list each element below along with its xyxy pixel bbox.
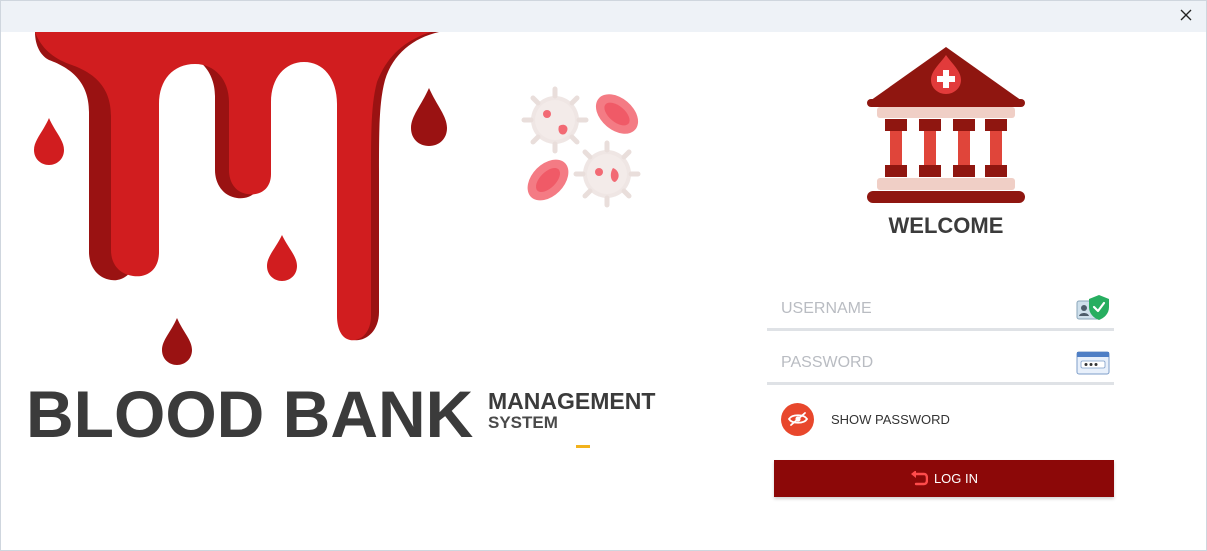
login-window: BLOOD BANK MANAGEMENT SYSTEM WELCOME USE… [0, 0, 1207, 551]
eye-off-icon [787, 412, 808, 426]
login-arrow-icon [910, 470, 928, 485]
red-blood-cell [527, 159, 569, 201]
red-blood-cell [595, 94, 639, 134]
close-icon [1180, 8, 1192, 26]
login-button[interactable]: LOG IN [774, 460, 1114, 497]
user-id-card-shield-icon [1076, 295, 1109, 320]
password-field-container [767, 342, 1114, 385]
app-subtitle-management: MANAGEMENT [488, 388, 656, 414]
blood-drip-illustration [34, 32, 641, 365]
app-subtitle-system: SYSTEM [488, 413, 558, 432]
accent-dash [576, 445, 590, 448]
password-input[interactable] [781, 350, 1071, 376]
login-button-label: LOG IN [933, 471, 979, 486]
blood-drop [267, 235, 297, 281]
password-field-icon [1076, 351, 1110, 375]
blood-drop [34, 118, 64, 165]
username-field-container [767, 288, 1114, 331]
blood-drop [411, 88, 447, 146]
username-input[interactable] [781, 296, 1071, 322]
welcome-heading: WELCOME [888, 213, 1004, 238]
title-bar [1, 1, 1206, 32]
virus-cell [573, 140, 641, 208]
show-password-row: SHOW PASSWORD [781, 402, 950, 436]
show-password-toggle[interactable] [781, 402, 814, 436]
blood-drop [162, 318, 192, 365]
virus-cell [521, 86, 589, 154]
app-title: BLOOD BANK [26, 377, 474, 451]
show-password-label: SHOW PASSWORD [831, 411, 950, 427]
close-button[interactable] [1172, 3, 1200, 30]
blood-bank-building-icon [867, 47, 1025, 203]
